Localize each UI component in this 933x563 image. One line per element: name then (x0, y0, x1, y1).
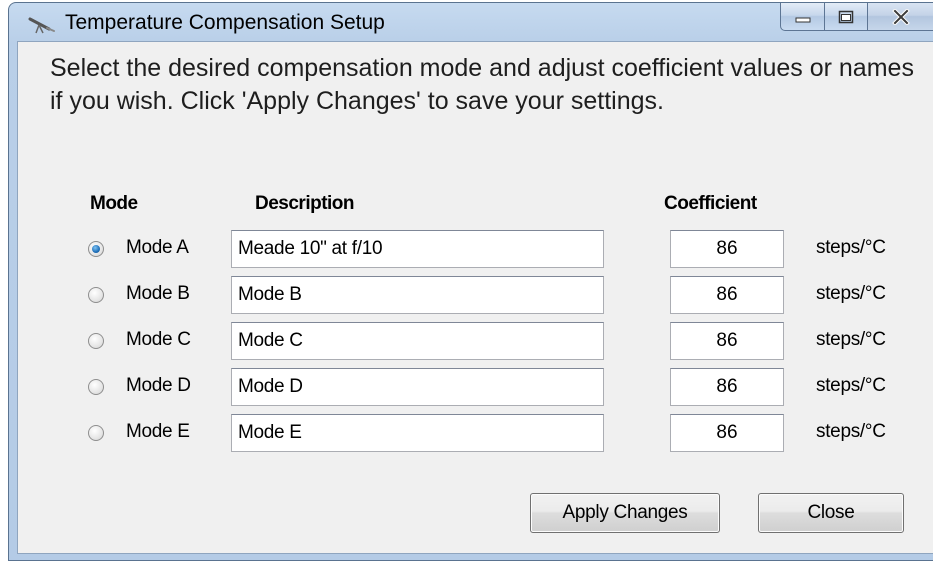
header-description: Description (255, 193, 355, 214)
mode-b-label[interactable]: Mode B (126, 283, 190, 305)
mode-e-coefficient-input[interactable] (670, 414, 784, 452)
title-bar[interactable]: Temperature Compensation Setup (9, 3, 933, 41)
maximize-button[interactable] (824, 3, 868, 31)
mode-e-label[interactable]: Mode E (126, 421, 190, 443)
mode-d-label[interactable]: Mode D (126, 375, 191, 397)
mode-c-description-input[interactable] (231, 322, 604, 360)
maximize-icon (838, 10, 854, 23)
mode-d-radio[interactable] (88, 379, 104, 395)
mode-a-radio[interactable] (88, 241, 104, 257)
mode-b-unit: steps/°C (816, 283, 886, 304)
mode-b-radio[interactable] (88, 287, 104, 303)
mode-row-b: Mode B steps/°C (0, 276, 933, 316)
apply-changes-button[interactable]: Apply Changes (530, 493, 720, 533)
instructions-text: Select the desired compensation mode and… (50, 54, 914, 115)
telescope-icon (28, 17, 55, 34)
mode-e-description-input[interactable] (231, 414, 604, 452)
mode-d-unit: steps/°C (816, 375, 886, 396)
mode-row-c: Mode C steps/°C (0, 322, 933, 362)
close-window-button[interactable] (867, 3, 933, 31)
mode-a-unit: steps/°C (816, 237, 886, 258)
mode-d-description-input[interactable] (231, 368, 604, 406)
mode-a-coefficient-input[interactable] (670, 230, 784, 268)
mode-d-coefficient-input[interactable] (670, 368, 784, 406)
mode-b-coefficient-input[interactable] (670, 276, 784, 314)
mode-a-description-input[interactable] (231, 230, 604, 268)
close-icon (891, 8, 910, 25)
window-title: Temperature Compensation Setup (65, 11, 385, 34)
minimize-icon (795, 17, 810, 22)
mode-c-label[interactable]: Mode C (126, 329, 191, 351)
mode-e-radio[interactable] (88, 425, 104, 441)
header-mode: Mode (90, 193, 138, 214)
minimize-button[interactable] (780, 3, 825, 31)
mode-c-radio[interactable] (88, 333, 104, 349)
mode-row-d: Mode D steps/°C (0, 368, 933, 408)
mode-e-unit: steps/°C (816, 421, 886, 442)
mode-a-label[interactable]: Mode A (126, 237, 189, 259)
caption-buttons (780, 3, 933, 33)
mode-row-e: Mode E steps/°C (0, 414, 933, 454)
mode-row-a: Mode A steps/°C (0, 230, 933, 270)
mode-c-coefficient-input[interactable] (670, 322, 784, 360)
header-coefficient: Coefficient (664, 193, 757, 214)
mode-b-description-input[interactable] (231, 276, 604, 314)
mode-c-unit: steps/°C (816, 329, 886, 350)
close-button[interactable]: Close (758, 493, 904, 533)
